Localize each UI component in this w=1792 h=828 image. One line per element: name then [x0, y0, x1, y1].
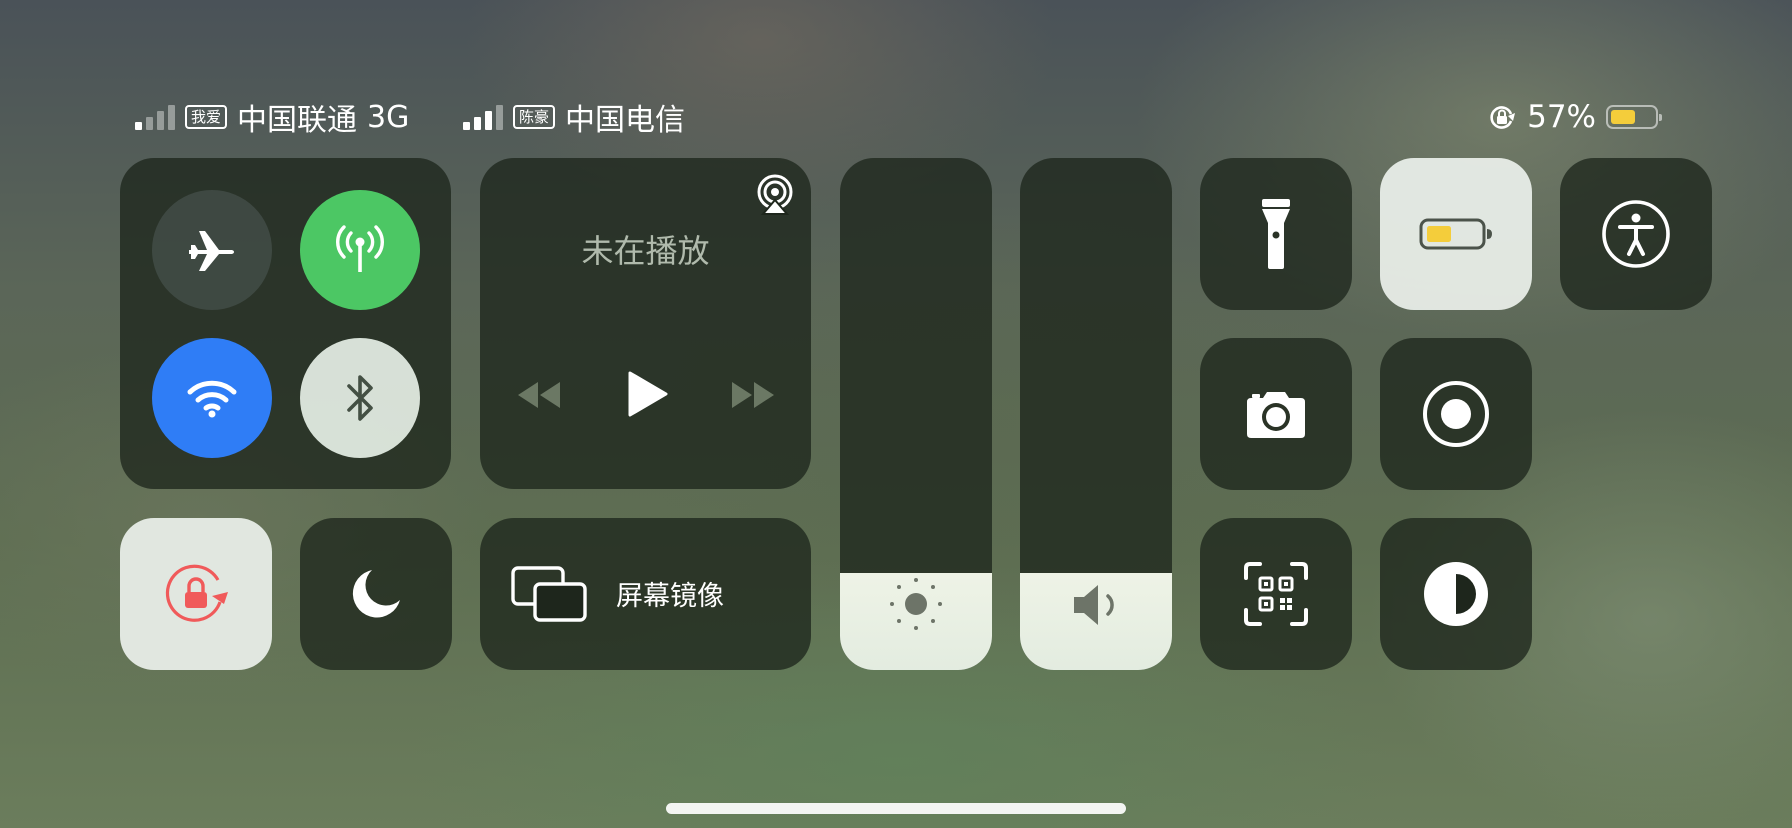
orientation-lock-icon [165, 564, 228, 622]
fast-forward-icon[interactable] [730, 380, 776, 410]
accessibility-button[interactable] [1560, 158, 1712, 310]
orientation-lock-button[interactable] [120, 518, 272, 670]
sim2-carrier: 中国电信 [565, 103, 686, 138]
flashlight-button[interactable] [1200, 158, 1352, 310]
screen-recording-button[interactable] [1380, 338, 1532, 490]
accessibility-icon [1602, 200, 1670, 268]
wifi-toggle[interactable] [152, 338, 272, 458]
sim1-tag: 我爱 [185, 105, 228, 129]
airplane-mode-toggle[interactable] [152, 190, 272, 310]
home-indicator[interactable] [666, 803, 1126, 814]
qr-code-scanner-button[interactable] [1200, 518, 1352, 670]
airplane-icon [189, 231, 234, 271]
screen-mirroring-button[interactable]: 屏幕镜像 [480, 518, 811, 670]
screen-mirroring-icon [511, 566, 587, 622]
battery-status: 57% [1487, 92, 1662, 142]
qr-code-icon [1244, 562, 1308, 626]
sun-icon [890, 578, 942, 630]
rewind-icon[interactable] [516, 380, 562, 410]
dark-mode-button[interactable] [1380, 518, 1532, 670]
flashlight-icon [1262, 199, 1290, 269]
sim2-status: 陈豪 中国电信 [463, 92, 685, 142]
antenna-icon [336, 225, 384, 272]
sim1-status: 我爱 中国联通 3G [135, 92, 409, 142]
bluetooth-icon [347, 375, 373, 421]
connectivity-panel [120, 158, 451, 489]
orientation-lock-status-icon [1490, 106, 1516, 129]
wifi-icon [187, 380, 237, 418]
play-icon[interactable] [626, 370, 668, 418]
brightness-slider[interactable] [840, 158, 992, 670]
now-playing-title: 未在播放 [581, 232, 710, 270]
screen-mirroring-label: 屏幕镜像 [616, 581, 724, 612]
camera-button[interactable] [1200, 338, 1352, 490]
battery-icon [1606, 105, 1662, 129]
camera-icon [1247, 392, 1305, 438]
bluetooth-toggle[interactable] [300, 338, 420, 458]
sim1-network: 3G [367, 99, 410, 135]
sim2-signal-icon [463, 104, 503, 130]
speaker-icon [1074, 585, 1114, 625]
airplay-icon[interactable] [754, 174, 796, 216]
volume-slider[interactable] [1020, 158, 1172, 670]
record-icon [1423, 381, 1489, 447]
sim1-signal-icon [135, 104, 175, 130]
dark-mode-icon [1424, 562, 1488, 626]
battery-icon [1419, 218, 1492, 250]
sim1-carrier: 中国联通 [237, 103, 358, 138]
do-not-disturb-button[interactable] [300, 518, 452, 670]
sim2-tag: 陈豪 [513, 105, 556, 129]
status-bar: 我爱 中国联通 3G 陈豪 中国电信 57% [0, 92, 1792, 142]
moon-icon [352, 570, 400, 618]
now-playing-panel[interactable]: 未在播放 [480, 158, 811, 489]
battery-percent: 57% [1527, 99, 1596, 135]
cellular-data-toggle[interactable] [300, 190, 420, 310]
low-power-mode-button[interactable] [1380, 158, 1532, 310]
